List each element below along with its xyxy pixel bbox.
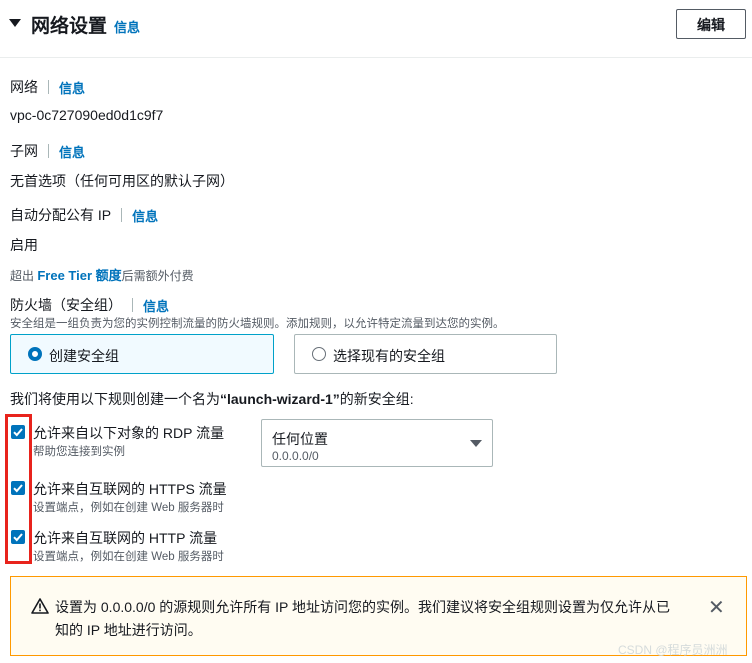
subnet-label: 子网 bbox=[10, 143, 38, 159]
radio-selected-icon[interactable] bbox=[28, 347, 42, 361]
public-ip-value: 启用 bbox=[10, 237, 38, 253]
select-value: 任何位置 bbox=[272, 431, 328, 447]
public-ip-label-row: 自动分配公有 IP 信息 bbox=[10, 205, 158, 225]
subnet-label-row: 子网 信息 bbox=[10, 141, 85, 161]
divider bbox=[48, 144, 49, 158]
http-rule-description: 设置端点，例如在创建 Web 服务器时 bbox=[33, 551, 224, 563]
subnet-value: 无首选项（任何可用区的默认子网） bbox=[10, 173, 234, 189]
free-tier-prefix: 超出 bbox=[10, 269, 38, 283]
checkmark-icon bbox=[13, 484, 23, 493]
section-title: 网络设置 bbox=[31, 16, 108, 37]
rdp-source-select[interactable]: 任何位置 0.0.0.0/0 bbox=[261, 419, 493, 467]
dropdown-caret-icon bbox=[470, 440, 482, 447]
network-label: 网络 bbox=[10, 79, 38, 95]
collapse-caret-icon[interactable] bbox=[9, 19, 21, 27]
firewall-label-row: 防火墙（安全组） 信息 bbox=[10, 295, 169, 315]
free-tier-link[interactable]: Free Tier 额度 bbox=[37, 268, 121, 283]
http-checkbox[interactable] bbox=[11, 530, 25, 544]
public-ip-info-link[interactable]: 信息 bbox=[132, 206, 158, 225]
option-label: 创建安全组 bbox=[49, 348, 119, 364]
close-icon[interactable]: ✕ bbox=[708, 595, 725, 620]
public-ip-label: 自动分配公有 IP bbox=[10, 207, 112, 223]
create-security-group-option[interactable]: 创建安全组 bbox=[10, 334, 274, 374]
rdp-rule-description: 帮助您连接到实例 bbox=[33, 446, 125, 458]
option-label: 选择现有的安全组 bbox=[333, 348, 445, 364]
rdp-checkbox[interactable] bbox=[11, 425, 25, 439]
network-label-row: 网络 信息 bbox=[10, 77, 85, 97]
checkmark-icon bbox=[13, 428, 23, 437]
rules-intro-prefix: 我们将使用以下规则创建一个名为 bbox=[10, 391, 220, 407]
divider bbox=[132, 298, 133, 312]
select-sub-value: 0.0.0.0/0 bbox=[272, 449, 319, 463]
free-tier-note: 超出 Free Tier 额度后需额外付费 bbox=[10, 265, 194, 284]
network-value: vpc-0c727090ed0d1c9f7 bbox=[10, 107, 164, 123]
http-rule-label: 允许来自互联网的 HTTP 流量 bbox=[33, 530, 218, 546]
rdp-rule-label: 允许来自以下对象的 RDP 流量 bbox=[33, 425, 225, 441]
radio-unselected-icon[interactable] bbox=[312, 347, 326, 361]
warning-text: 设置为 0.0.0.0/0 的源规则允许所有 IP 地址访问您的实例。我们建议将… bbox=[55, 599, 671, 638]
free-tier-suffix: 后需额外付费 bbox=[121, 269, 194, 283]
firewall-label: 防火墙（安全组） bbox=[10, 297, 122, 313]
firewall-description: 安全组是一组负责为您的实例控制流量的防火墙规则。添加规则，以允许特定流量到达您的… bbox=[10, 318, 505, 330]
header-info-link[interactable]: 信息 bbox=[114, 17, 140, 36]
edit-button[interactable]: 编辑 bbox=[676, 9, 746, 39]
network-settings-header: 网络设置 信息 编辑 bbox=[0, 0, 752, 58]
checkmark-icon bbox=[13, 533, 23, 542]
https-rule-label: 允许来自互联网的 HTTPS 流量 bbox=[33, 481, 227, 497]
rules-intro: 我们将使用以下规则创建一个名为“launch-wizard-1”的新安全组: bbox=[10, 389, 414, 409]
https-rule-description: 设置端点，例如在创建 Web 服务器时 bbox=[33, 502, 224, 514]
divider bbox=[48, 80, 49, 94]
watermark: CSDN @程序员洲洲 bbox=[618, 643, 728, 657]
subnet-info-link[interactable]: 信息 bbox=[59, 142, 85, 161]
firewall-info-link[interactable]: 信息 bbox=[143, 296, 169, 315]
divider bbox=[121, 208, 123, 222]
warning-icon bbox=[31, 598, 49, 614]
rules-intro-suffix: 的新安全组: bbox=[339, 391, 414, 407]
select-existing-security-group-option[interactable]: 选择现有的安全组 bbox=[294, 334, 557, 374]
https-checkbox[interactable] bbox=[11, 481, 25, 495]
network-info-link[interactable]: 信息 bbox=[59, 78, 85, 97]
security-group-name: “launch-wizard-1” bbox=[220, 391, 340, 407]
